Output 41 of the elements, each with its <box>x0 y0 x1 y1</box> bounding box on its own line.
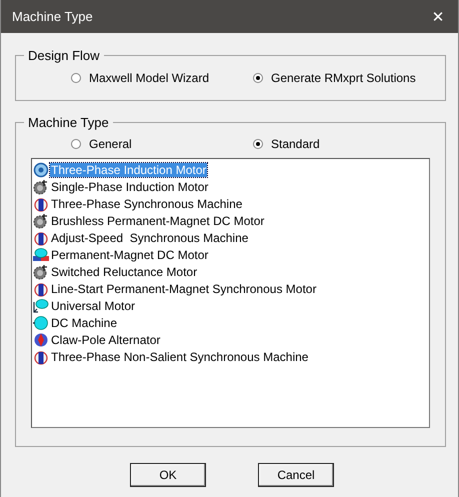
radio-label: Standard <box>271 137 320 151</box>
radio-button[interactable] <box>71 139 81 149</box>
rotor-icon <box>33 196 49 212</box>
radio-button[interactable] <box>253 73 263 83</box>
universal-motor-icon <box>33 298 49 314</box>
rotor-icon <box>33 348 49 364</box>
window-title: Machine Type <box>12 9 93 24</box>
radio-button[interactable] <box>253 139 263 149</box>
magnet-icon <box>33 246 49 262</box>
list-item[interactable]: Adjust-Speed Synchronous Machine <box>50 230 250 244</box>
list-item[interactable]: Three-Phase Non-Salient Synchronous Machine <box>50 350 310 364</box>
list-item[interactable]: Single-Phase Induction Motor <box>50 180 210 194</box>
ok-button[interactable]: OK <box>130 463 206 487</box>
radio-label: General <box>89 137 132 151</box>
gear-icon <box>33 264 49 280</box>
list-item[interactable]: Three-Phase Synchronous Machine <box>50 196 244 210</box>
group-title: Design Flow <box>27 48 101 63</box>
list-item[interactable]: Switched Reluctance Motor <box>50 264 198 278</box>
group-title: Machine Type <box>27 115 110 130</box>
list-item[interactable]: Permanent-Magnet DC Motor <box>50 248 210 262</box>
radio-label: Maxwell Model Wizard <box>89 71 210 85</box>
radio-option[interactable]: Maxwell Model Wizard <box>71 71 253 85</box>
cancel-button[interactable]: Cancel <box>258 463 334 487</box>
list-item[interactable]: Claw-Pole Alternator <box>50 332 162 346</box>
radio-option[interactable]: Generate RMxprt Solutions <box>253 71 435 85</box>
list-item[interactable]: Brushless Permanent-Magnet DC Motor <box>50 214 266 228</box>
gear-icon <box>33 212 49 228</box>
list-item[interactable]: Line-Start Permanent-Magnet Synchronous Motor <box>50 282 318 296</box>
radio-label: Generate RMxprt Solutions <box>271 71 416 85</box>
close-button[interactable]: ✕ <box>418 0 458 33</box>
gear-icon <box>33 178 49 194</box>
alternator-icon <box>33 332 49 348</box>
circle-icon <box>33 314 49 330</box>
list-item[interactable]: DC Machine <box>50 316 118 330</box>
rotor-icon <box>33 280 49 296</box>
radio-option[interactable]: Standard <box>253 137 435 151</box>
ring-icon <box>33 162 49 178</box>
rotor-icon <box>33 230 49 246</box>
radio-button[interactable] <box>71 73 81 83</box>
list-item[interactable]: Universal Motor <box>50 298 136 312</box>
radio-option[interactable]: General <box>71 137 253 151</box>
